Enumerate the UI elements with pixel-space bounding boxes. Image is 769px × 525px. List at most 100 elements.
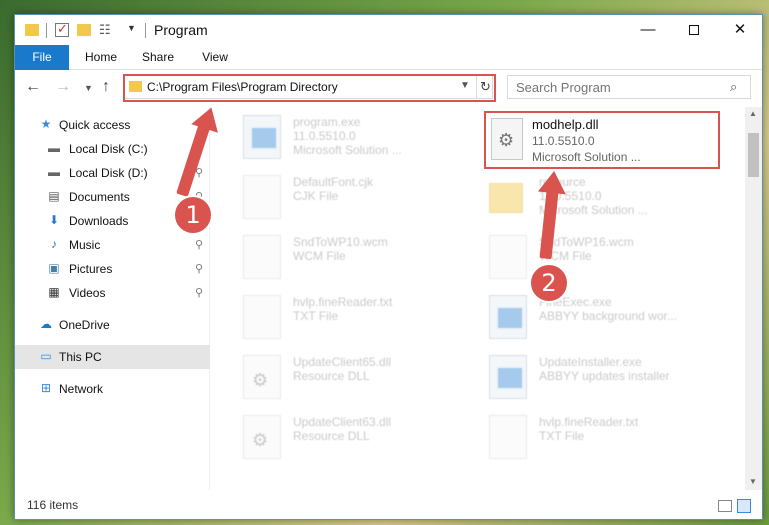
file-type: Resource DLL (293, 369, 370, 383)
document-icon (489, 235, 527, 279)
computer-icon: ▭ (40, 349, 52, 363)
explorer-window: ☷ ▼ Program — ✕ File Home Share View ← →… (14, 14, 763, 520)
sidebar-item-label: Local Disk (D:) (69, 166, 148, 180)
file-item[interactable]: FineExec.exe ABBYY background wor... (489, 291, 729, 347)
forward-button[interactable]: → (55, 78, 71, 96)
file-type: TXT File (539, 429, 585, 443)
tab-view[interactable]: View (193, 45, 237, 70)
file-item[interactable]: UpdateClient65.dll Resource DLL (243, 351, 483, 407)
sidebar-item-label: Quick access (59, 118, 131, 132)
drive-icon: ▬ (48, 141, 60, 155)
search-box[interactable]: ⌕ (507, 75, 751, 99)
file-item[interactable]: resource 11.0.5510.0 Microsoft Solution … (489, 171, 729, 227)
sidebar-item-label: Network (59, 382, 104, 396)
maximize-icon (689, 25, 699, 36)
file-item[interactable]: hvlp.fineReader.txt TXT File (243, 291, 483, 347)
file-name: hvlp.fineReader.txt (539, 415, 639, 429)
document-icon (243, 235, 281, 279)
folder-icon (489, 183, 523, 213)
close-button[interactable]: ✕ (717, 15, 763, 45)
file-name: program.exe (293, 115, 361, 129)
scroll-down-icon[interactable]: ▼ (749, 477, 757, 486)
drive-icon: ▬ (48, 165, 60, 179)
dll-file-icon (243, 355, 281, 399)
file-item[interactable]: program.exe 11.0.5510.0 Microsoft Soluti… (243, 111, 483, 167)
toolbar-divider (145, 23, 146, 38)
sidebar-item-this-pc[interactable]: ▭ This PC (15, 345, 210, 369)
window-title: Program (154, 22, 208, 38)
file-version: 11.0.5510.0 (532, 134, 595, 148)
sidebar-item-onedrive[interactable]: ☁ OneDrive (15, 313, 210, 337)
file-item[interactable]: DefaultFont.cjk CJK File (243, 171, 483, 227)
back-button[interactable]: ← (25, 78, 41, 96)
exe-file-icon (489, 355, 527, 399)
documents-icon: ▤ (48, 189, 60, 203)
new-folder-icon[interactable] (77, 24, 91, 36)
file-type: WCM File (293, 249, 346, 263)
search-icon[interactable]: ⌕ (730, 79, 737, 95)
file-name: UpdateClient63.dll (293, 415, 392, 429)
properties-icon[interactable] (55, 21, 69, 37)
scrollbar-thumb[interactable] (748, 133, 759, 177)
view-options-icon[interactable]: ☷ (99, 22, 111, 38)
sidebar-item-label: Music (69, 238, 101, 252)
sidebar-item-videos[interactable]: ▦ Videos ⚲ (15, 281, 210, 305)
scroll-up-icon[interactable]: ▲ (749, 109, 757, 118)
file-type: CJK File (293, 189, 339, 203)
step-badge-2: 2 (529, 263, 569, 303)
file-description: Microsoft Solution ... (293, 143, 402, 157)
selected-file-modhelp[interactable]: modhelp.dll 11.0.5510.0 Microsoft Soluti… (484, 111, 720, 169)
tab-share[interactable]: Share (136, 45, 180, 70)
file-item[interactable]: UpdateInstaller.exe ABBYY updates instal… (489, 351, 729, 407)
sidebar-item-music[interactable]: ♪ Music ⚲ (15, 233, 210, 257)
exe-file-icon (489, 295, 527, 339)
file-item[interactable]: hvlp.fineReader.txt TXT File (489, 411, 729, 467)
file-name: UpdateClient65.dll (293, 355, 392, 369)
document-icon (243, 295, 281, 339)
star-icon: ★ (40, 117, 52, 131)
sidebar-item-quick-access[interactable]: ★ Quick access (15, 113, 210, 137)
vertical-scrollbar[interactable]: ▲ ▼ (745, 107, 762, 490)
file-version: 11.0.5510.0 (293, 129, 356, 143)
file-item[interactable]: SndToWP10.wcm WCM File (243, 231, 483, 287)
network-icon: ⊞ (40, 381, 52, 395)
sidebar-item-local-disk-c[interactable]: ▬ Local Disk (C:) ⚲ (15, 137, 210, 161)
file-item[interactable]: SndToWP16.wcm WCM File (489, 231, 729, 287)
document-icon (489, 415, 527, 459)
sidebar-item-label: Pictures (69, 262, 113, 276)
details-view-icon[interactable] (718, 500, 732, 512)
sidebar-item-pictures[interactable]: ▣ Pictures ⚲ (15, 257, 210, 281)
pin-icon[interactable]: ⚲ (195, 281, 203, 305)
item-count: 116 items (27, 498, 79, 512)
step-badge-1: 1 (173, 195, 213, 235)
tab-file[interactable]: File (15, 45, 69, 70)
folder-icon (25, 24, 39, 36)
title-bar: ☷ ▼ Program — ✕ (15, 15, 762, 45)
videos-icon: ▦ (48, 285, 60, 299)
exe-file-icon (243, 115, 281, 159)
minimize-button[interactable]: — (625, 15, 671, 45)
file-name: DefaultFont.cjk (293, 175, 374, 189)
file-description: ABBYY background wor... (539, 309, 677, 323)
large-icons-view-icon[interactable] (737, 499, 751, 513)
maximize-button[interactable] (671, 15, 717, 45)
file-name: modhelp.dll (532, 117, 599, 132)
file-type: Resource DLL (293, 429, 370, 443)
tab-home[interactable]: Home (79, 45, 123, 70)
sidebar-item-network[interactable]: ⊞ Network (15, 377, 210, 401)
file-type: WCM File (539, 249, 592, 263)
sidebar-item-label: Documents (69, 190, 130, 204)
pin-icon[interactable]: ⚲ (195, 257, 203, 281)
recent-locations-button[interactable]: ▼ (84, 83, 93, 93)
sidebar-item-label: Videos (69, 286, 106, 300)
file-name: UpdateInstaller.exe (539, 355, 642, 369)
navigation-pane: ★ Quick access ▬ Local Disk (C:) ⚲ ▬ Loc… (15, 107, 210, 490)
pin-icon[interactable]: ⚲ (195, 233, 203, 257)
file-item[interactable]: UpdateClient63.dll Resource DLL (243, 411, 483, 467)
up-button[interactable]: ↑ (102, 78, 110, 96)
cloud-icon: ☁ (40, 317, 52, 331)
ribbon: File Home Share View (15, 45, 762, 70)
search-input[interactable] (508, 76, 723, 98)
status-bar: 116 items (15, 493, 762, 519)
chevron-down-icon[interactable]: ▼ (127, 23, 136, 39)
